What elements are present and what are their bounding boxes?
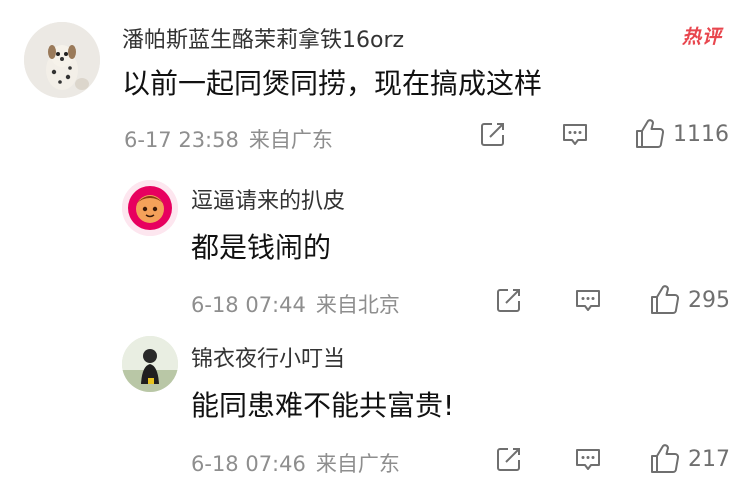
avatar[interactable] bbox=[24, 22, 100, 98]
avatar[interactable] bbox=[122, 336, 178, 392]
comment-icon bbox=[563, 124, 587, 145]
username[interactable]: 逗逼请来的扒皮 bbox=[191, 183, 345, 215]
comment-meta: 6-18 07:44 来自北京 bbox=[191, 289, 400, 319]
share-button[interactable] bbox=[494, 285, 524, 315]
share-button[interactable] bbox=[494, 444, 524, 474]
like-icon bbox=[651, 285, 679, 314]
comment-text: 能同患难不能共富贵! bbox=[191, 389, 455, 422]
like-icon bbox=[651, 444, 679, 473]
photo-avatar-image bbox=[122, 336, 178, 392]
reply-button[interactable] bbox=[573, 444, 603, 474]
reply-button[interactable] bbox=[560, 119, 590, 149]
like-count: 295 bbox=[688, 287, 730, 313]
timestamp: 6-18 07:46 bbox=[191, 452, 306, 476]
username[interactable]: 潘帕斯蓝生酪茉莉拿铁16orz bbox=[122, 22, 404, 54]
location: 来自广东 bbox=[248, 128, 333, 152]
like-count: 1116 bbox=[673, 121, 729, 147]
comment-text: 都是钱闹的 bbox=[191, 231, 332, 264]
username[interactable]: 锦衣夜行小叮当 bbox=[191, 341, 345, 373]
timestamp: 6-18 07:44 bbox=[191, 293, 306, 317]
share-button[interactable] bbox=[478, 119, 508, 149]
comment-text: 以前一起同煲同捞，现在搞成这样 bbox=[122, 67, 543, 100]
comment-meta: 6-17 23:58 来自广东 bbox=[124, 124, 333, 154]
share-icon bbox=[497, 289, 520, 312]
like-count: 217 bbox=[688, 446, 730, 472]
avatar[interactable] bbox=[122, 180, 178, 236]
like-button[interactable]: 217 bbox=[648, 442, 730, 476]
share-icon bbox=[481, 123, 504, 146]
like-button[interactable]: 295 bbox=[648, 283, 730, 317]
location: 来自广东 bbox=[315, 452, 400, 476]
hot-comment-badge: 热评 bbox=[682, 26, 723, 48]
cartoon-avatar-image bbox=[122, 180, 178, 236]
comment-meta: 6-18 07:46 来自广东 bbox=[191, 448, 400, 478]
share-icon bbox=[497, 448, 520, 471]
reply-button[interactable] bbox=[573, 285, 603, 315]
like-button[interactable]: 1116 bbox=[633, 117, 729, 151]
comment-icon bbox=[576, 290, 600, 311]
comment-icon bbox=[576, 449, 600, 470]
like-icon bbox=[636, 119, 664, 148]
comment-item: 潘帕斯蓝生酪茉莉拿铁16orz 热评 以前一起同煲同捞，现在搞成这样 6-17 … bbox=[0, 0, 750, 175]
location: 来自北京 bbox=[315, 293, 400, 317]
timestamp: 6-17 23:58 bbox=[124, 128, 239, 152]
dog-avatar-image bbox=[24, 22, 100, 98]
